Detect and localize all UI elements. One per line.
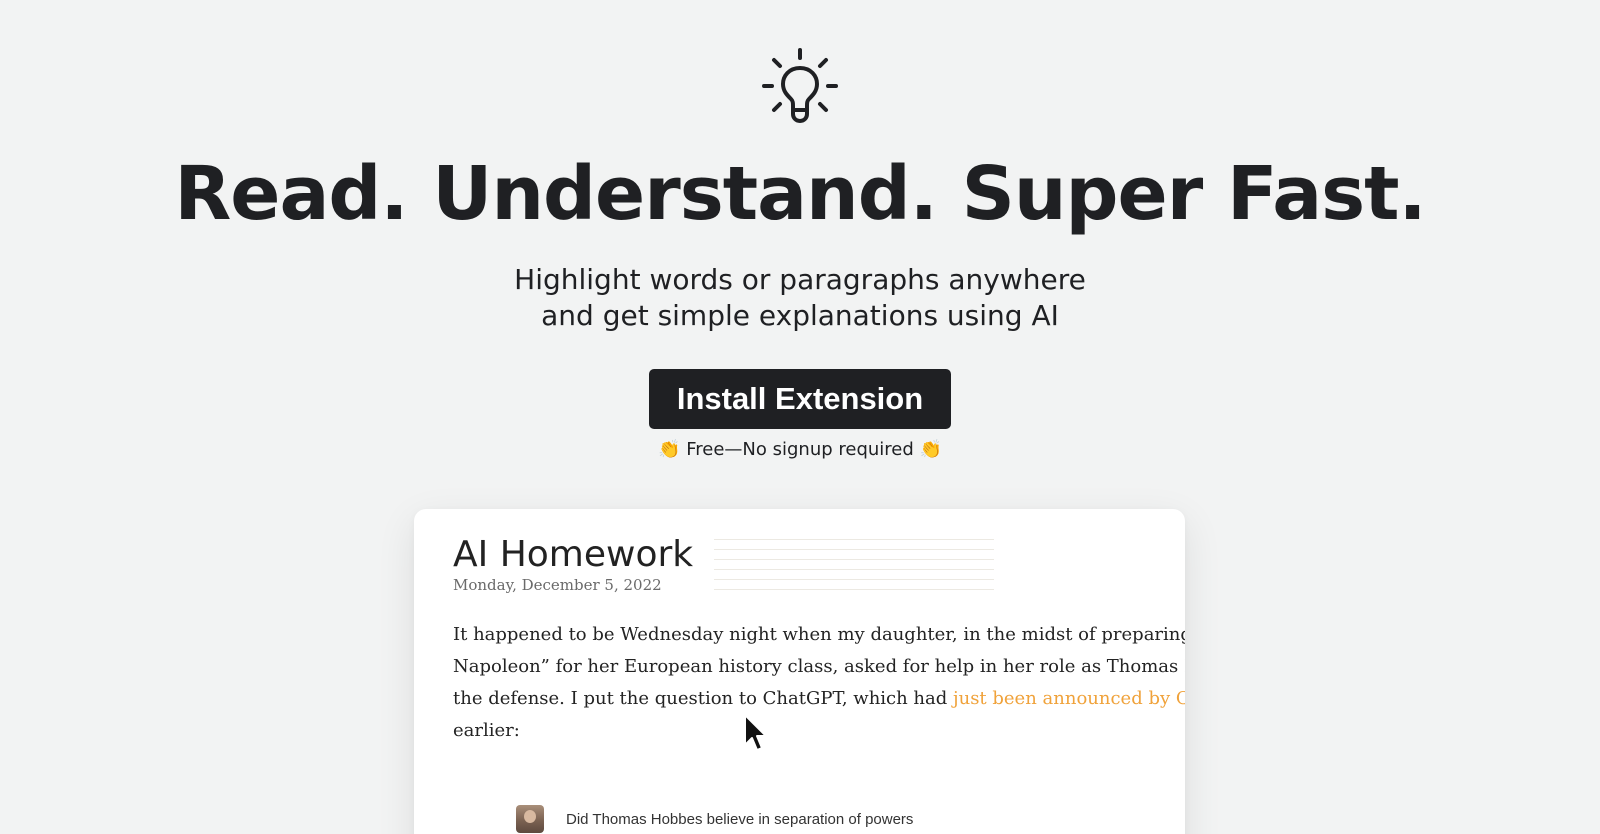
lightbulb-icon xyxy=(762,48,838,123)
openai-announcement-link[interactable]: just been announced by OpenAI xyxy=(953,688,1185,709)
chat-question-row: Did Thomas Hobbes believe in separation … xyxy=(516,804,913,834)
paragraph-line: earlier: xyxy=(453,720,520,741)
hero-subtitle: Highlight words or paragraphs anywhere a… xyxy=(0,262,1600,334)
chat-question-text: Did Thomas Hobbes believe in separation … xyxy=(566,810,914,828)
paragraph-line: Napoleon” for her European history class… xyxy=(453,656,1185,677)
paragraph-text: the defense. I put the question to ChatG… xyxy=(453,688,954,709)
article-paragraph: It happened to be Wednesday night when m… xyxy=(453,619,1185,747)
free-note: 👏 Free—No signup required 👏 xyxy=(0,437,1600,463)
article-date: Monday, December 5, 2022 xyxy=(453,576,662,594)
subtitle-line-2: and get simple explanations using AI xyxy=(541,299,1059,332)
landing-page: Read. Understand. Super Fast. Highlight … xyxy=(0,0,1600,834)
install-extension-button[interactable]: Install Extension xyxy=(649,369,951,429)
demo-preview-card: AI Homework Monday, December 5, 2022 It … xyxy=(414,509,1185,834)
free-note-text: Free—No signup required xyxy=(680,439,920,460)
paragraph-line: the defense. I put the question to ChatG… xyxy=(453,683,1185,715)
paragraph-line: It happened to be Wednesday night when m… xyxy=(453,624,1185,645)
clapping-hands-icon: 👏 xyxy=(919,439,942,460)
clapping-hands-icon: 👏 xyxy=(658,439,681,460)
hero-title: Read. Understand. Super Fast. xyxy=(174,151,1426,237)
faded-background-lines xyxy=(714,539,994,609)
article-title: AI Homework xyxy=(453,534,694,575)
mouse-pointer-icon xyxy=(744,714,767,751)
avatar xyxy=(516,805,544,833)
subtitle-line-1: Highlight words or paragraphs anywhere xyxy=(514,263,1086,296)
